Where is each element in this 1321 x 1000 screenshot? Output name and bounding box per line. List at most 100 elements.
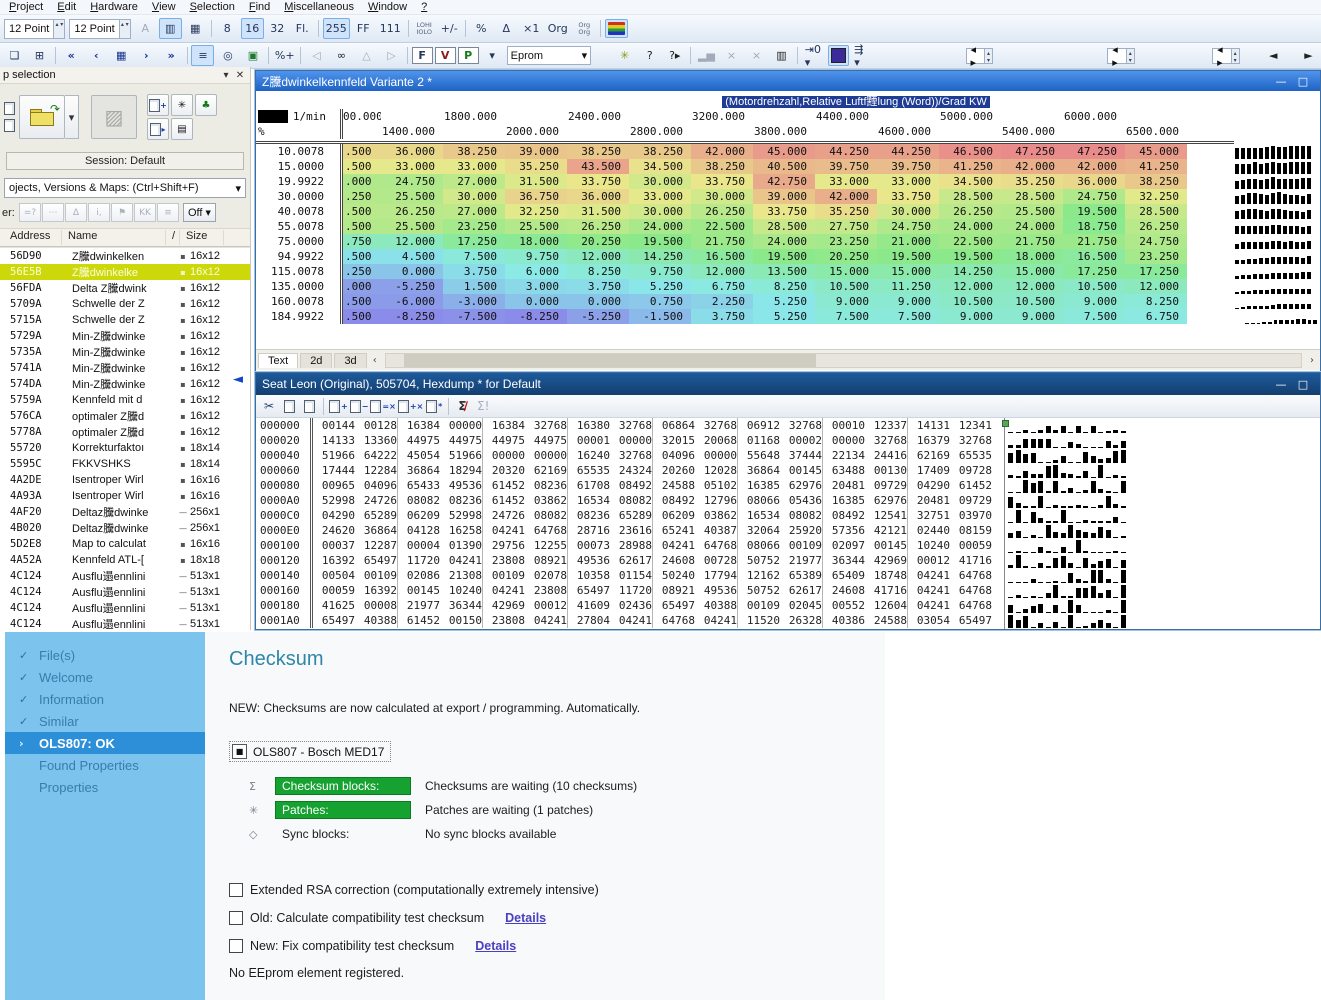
map-cell[interactable]: 9.750 (629, 264, 691, 279)
map-cell[interactable]: 44.250 (877, 144, 939, 159)
map-cell[interactable]: 26.250 (381, 204, 443, 219)
map-cell[interactable]: 12.000 (939, 279, 1001, 294)
map-cell[interactable]: 19.500 (753, 249, 815, 264)
prev-version-button[interactable]: ‹ (85, 45, 108, 66)
filter-bytes-icon[interactable]: ⋯ (42, 203, 64, 222)
map-cell[interactable]: 44.250 (815, 144, 877, 159)
status-chip-button[interactable]: Checksum blocks: (275, 777, 411, 795)
map-cell[interactable]: 36.000 (381, 144, 443, 159)
wizard-step-properties[interactable]: Properties (5, 776, 205, 798)
list-item[interactable]: 4C124Ausflu遢ennlini—513x1 (0, 584, 250, 600)
menu-view[interactable]: View (145, 1, 183, 14)
menu-find[interactable]: Find (242, 1, 277, 14)
map-cell[interactable]: -8.250 (381, 309, 443, 324)
map-cell[interactable]: 33.750 (753, 204, 815, 219)
new-map-mul-icon[interactable]: +× (398, 397, 423, 415)
list-item[interactable]: 4A52AKennfeld ATL-[▪18x18 (0, 552, 250, 568)
details-link[interactable]: Details (475, 939, 516, 953)
hex-row[interactable]: 0001804162500008219773634442969000124160… (256, 598, 1320, 613)
hex-view-button[interactable]: FF (352, 18, 375, 39)
column-header-sort[interactable]: / (166, 230, 180, 245)
checkbox[interactable] (229, 883, 243, 897)
open-project-dropdown-icon[interactable]: ▾ (65, 95, 79, 139)
map-wizard-button[interactable]: ✳ (171, 94, 193, 116)
map-cell[interactable]: 10.500 (1001, 294, 1063, 309)
menu-selection[interactable]: Selection (183, 1, 242, 14)
wizard-step-found-properties[interactable]: Found Properties (5, 754, 205, 776)
sign-button[interactable]: +/- (438, 18, 461, 39)
map-cell[interactable]: 7.500 (1063, 309, 1125, 324)
clip-icon-2[interactable] (4, 119, 15, 132)
properties-button[interactable]: P (458, 47, 479, 64)
filter-delta-icon[interactable]: Δ (65, 203, 87, 222)
hex-row[interactable]: 0000405196664222450545196600000000001624… (256, 448, 1320, 463)
map-h-scrollbar[interactable] (385, 353, 1302, 368)
map-cell[interactable]: 8.250 (753, 279, 815, 294)
first-version-button[interactable]: « (60, 45, 83, 66)
map-table[interactable]: 10.0078.50036.00038.25039.00038.25038.25… (256, 141, 1234, 324)
map-cell[interactable]: 23.250 (443, 219, 505, 234)
panel-menu-icon[interactable]: ▾ (219, 70, 233, 81)
list-item[interactable]: 4C124Ausflu遢ennlini—513x1 (0, 616, 250, 632)
map-cell[interactable]: 6.000 (505, 264, 567, 279)
group-checkbox[interactable]: ■ (232, 744, 247, 759)
width-32-button[interactable]: 32 (266, 18, 289, 39)
list-item[interactable]: 5735AMin-Z黱dwinke▪16x12 (0, 344, 250, 360)
spinner-arrows-icon[interactable]: ▴ ▾ (119, 20, 130, 38)
v-spinner[interactable]: ◂ ▸▴ ▾ (1212, 48, 1239, 64)
version-overview-button[interactable]: ▦ (110, 45, 133, 66)
map-cell[interactable]: 38.250 (1125, 174, 1187, 189)
map-cell[interactable]: 23.250 (815, 234, 877, 249)
map-cell[interactable]: 30.000 (629, 174, 691, 189)
clear-stats-button[interactable]: × (720, 45, 743, 66)
forward-button[interactable]: ▷ (380, 45, 403, 66)
map-cell[interactable]: 24.750 (877, 219, 939, 234)
map-cell[interactable]: .000 (343, 174, 381, 189)
map-cell[interactable]: 33.000 (629, 189, 691, 204)
panel-close-icon[interactable]: ✕ (233, 70, 247, 81)
scope-combo[interactable]: ojects, Versions & Maps: (Ctrl+Shift+F) … (4, 178, 246, 198)
byte-order-button[interactable]: LOHI IOLO (413, 18, 436, 39)
map-cell[interactable]: 33.750 (691, 174, 753, 189)
map-cell[interactable]: 7.500 (877, 309, 939, 324)
width-8-button[interactable]: 8 (216, 18, 239, 39)
functions-button[interactable]: F (412, 47, 433, 64)
map-cell[interactable]: 33.000 (443, 159, 505, 174)
offset-dropdown[interactable]: ⇥0 ▾ (802, 45, 827, 66)
map-cell[interactable]: 25.500 (505, 219, 567, 234)
new-map-minus-icon[interactable]: − (350, 397, 369, 415)
map-cell[interactable]: 9.000 (815, 294, 877, 309)
menu-miscellaneous[interactable]: Miscellaneous (277, 1, 361, 14)
map-cell[interactable]: 34.500 (629, 159, 691, 174)
map-cell[interactable]: 17.250 (443, 234, 505, 249)
wizard-step-ols807-ok[interactable]: ›OLS807: OK (5, 732, 205, 754)
copy-icon[interactable] (280, 397, 298, 415)
map-cell[interactable]: 25.500 (381, 189, 443, 204)
map-window-titlebar[interactable]: Z黱dwinkelkennfeld Variante 2 * — □ (256, 71, 1320, 91)
wizard-step-similar[interactable]: ✓Similar (5, 710, 205, 732)
map-cell[interactable]: 26.250 (1125, 219, 1187, 234)
map-cell[interactable]: 24.000 (1001, 219, 1063, 234)
last-version-button[interactable]: » (160, 45, 183, 66)
map-cell[interactable]: 28.500 (753, 219, 815, 234)
new-map-auto-icon[interactable]: * (425, 397, 443, 415)
map-cell[interactable]: 28.500 (939, 189, 1001, 204)
map-cell[interactable]: 12.000 (691, 264, 753, 279)
h-scroll-spinner-2[interactable]: ◂ ▸▴ ▾ (1107, 48, 1134, 64)
checksum-search-icon[interactable]: Σ∕ (454, 397, 472, 415)
map-cell[interactable]: -6.000 (381, 294, 443, 309)
list-item[interactable]: 5778Aoptimaler Z黱d▪16x12 (0, 424, 250, 440)
map-cell[interactable]: 23.250 (1125, 249, 1187, 264)
ols-group-toggle[interactable]: ■ OLS807 - Bosch MED17 (229, 741, 391, 762)
status-chip-button[interactable]: Patches: (275, 801, 411, 819)
ascii-view-icon[interactable]: A (134, 18, 157, 39)
map-cell[interactable]: 40.500 (753, 159, 815, 174)
percent-add-button[interactable]: %+ (273, 45, 296, 66)
map-cell[interactable]: 39.000 (505, 144, 567, 159)
tab-2d[interactable]: 2d (300, 353, 332, 368)
map-cell[interactable]: 22.500 (691, 219, 753, 234)
map-cell[interactable]: 10.500 (939, 294, 1001, 309)
list-item[interactable]: 5709ASchwelle der Z▪16x12 (0, 296, 250, 312)
map-cell[interactable]: 33.000 (815, 174, 877, 189)
spinner-arrows-icon[interactable]: ▴ ▾ (1126, 49, 1134, 63)
